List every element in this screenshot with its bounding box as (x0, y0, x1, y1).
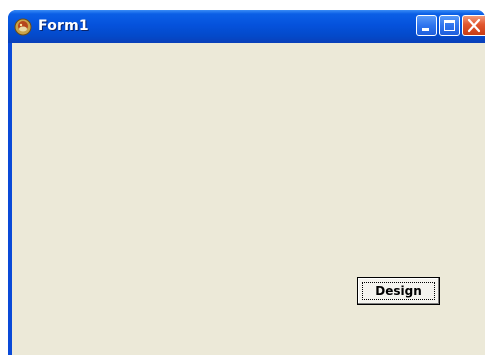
maximize-icon (444, 20, 455, 31)
close-button[interactable] (462, 15, 485, 36)
design-button[interactable]: Design (357, 277, 440, 305)
design-button-label: Design (375, 284, 422, 298)
form-client-area: Design (12, 43, 485, 355)
minimize-icon (422, 28, 429, 31)
maximize-button[interactable] (439, 15, 460, 36)
close-icon (465, 16, 483, 35)
title-bar[interactable]: Form1 (8, 10, 485, 43)
minimize-button[interactable] (416, 15, 437, 36)
form-window: Form1 Design (8, 10, 485, 355)
app-icon[interactable] (14, 18, 32, 36)
window-title: Form1 (38, 18, 89, 34)
